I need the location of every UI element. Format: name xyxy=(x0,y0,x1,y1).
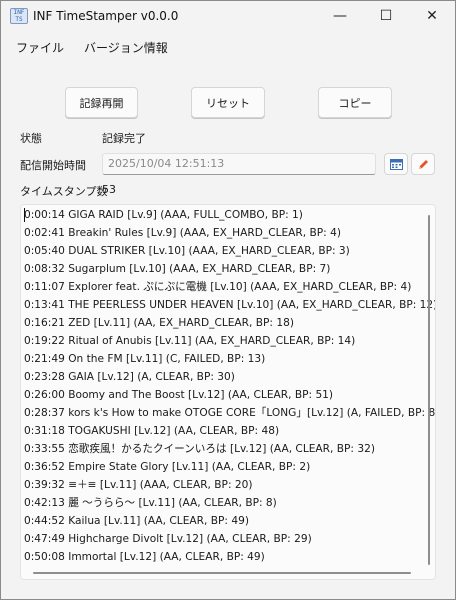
log-line: 0:47:49 Highcharge Divolt [Lv.12] (AA, C… xyxy=(24,533,312,545)
log-line: 0:44:52 Kailua [Lv.11] (AA, CLEAR, BP: 4… xyxy=(24,515,249,527)
edit-button[interactable] xyxy=(411,153,435,175)
minimize-button[interactable]: — xyxy=(317,1,363,31)
app-window: INF TS INF TimeStamper v0.0.0 — ☐ ✕ ファイル… xyxy=(0,0,456,600)
log-line: 0:16:21 ZED [Lv.11] (AA, EX_HARD_CLEAR, … xyxy=(24,317,294,329)
timestamp-count-label: タイムスタンプ数 xyxy=(20,185,108,198)
log-line: 0:36:52 Empire State Glory [Lv.11] (AA, … xyxy=(24,461,311,473)
app-icon: INF TS xyxy=(10,8,28,24)
log-line: 0:26:00 Boomy and The Boost [Lv.12] (AA,… xyxy=(24,389,334,401)
resume-recording-button[interactable]: 記録再開 xyxy=(65,87,138,118)
menu-file[interactable]: ファイル xyxy=(16,39,64,56)
log-line: 0:33:55 恋歌疾風！かるたクイーンいろは [Lv.12] (AA, CLE… xyxy=(24,443,375,455)
log-line: 0:08:32 Sugarplum [Lv.10] (AAA, EX_HARD_… xyxy=(24,263,331,275)
stream-start-input[interactable]: 2025/10/04 12:51:13 xyxy=(102,153,376,175)
log-line: 0:28:37 kors k's How to make OTOGE CORE「… xyxy=(24,407,436,419)
log-line: 0:00:14 GIGA RAID [Lv.9] (AAA, FULL_COMB… xyxy=(24,209,303,221)
reset-button[interactable]: リセット xyxy=(191,87,265,118)
log-line: 0:23:28 GAIA [Lv.12] (A, CLEAR, BP: 30) xyxy=(24,371,235,383)
log-line: 0:50:08 Immortal [Lv.12] (AA, CLEAR, BP:… xyxy=(24,551,265,563)
log-line: 0:11:07 Explorer feat. ぷにぷに電機 [Lv.10] (A… xyxy=(24,281,412,293)
window-title: INF TimeStamper v0.0.0 xyxy=(33,9,179,23)
log-line: 0:02:41 Breakin' Rules [Lv.9] (AAA, EX_H… xyxy=(24,227,341,239)
log-line: 0:13:41 THE PEERLESS UNDER HEAVEN [Lv.10… xyxy=(24,299,436,311)
copy-button[interactable]: コピー xyxy=(318,87,392,118)
status-label: 状態 xyxy=(20,132,42,145)
log-line: 0:05:40 DUAL STRIKER [Lv.10] (AAA, EX_HA… xyxy=(24,245,350,257)
timestamp-log[interactable]: 0:00:14 GIGA RAID [Lv.9] (AAA, FULL_COMB… xyxy=(20,204,436,580)
stream-start-label: 配信開始時間 xyxy=(20,159,86,172)
title-bar[interactable]: INF TS INF TimeStamper v0.0.0 — ☐ ✕ xyxy=(1,1,455,31)
calendar-button[interactable] xyxy=(384,153,408,175)
status-value: 記録完了 xyxy=(102,132,146,145)
log-line: 0:19:22 Ritual of Anubis [Lv.11] (AA, EX… xyxy=(24,335,356,347)
menu-version-info[interactable]: バージョン情報 xyxy=(84,39,168,56)
pencil-icon xyxy=(418,159,428,169)
log-line: 0:39:32 ≡＋≡ [Lv.11] (AAA, CLEAR, BP: 20) xyxy=(24,479,253,491)
calendar-icon xyxy=(389,159,403,170)
close-button[interactable]: ✕ xyxy=(409,1,455,31)
timestamp-count-value: 53 xyxy=(102,183,116,196)
vertical-scrollbar[interactable] xyxy=(428,215,430,565)
maximize-button[interactable]: ☐ xyxy=(363,1,409,31)
log-line: 0:21:49 On the FM [Lv.11] (C, FAILED, BP… xyxy=(24,353,266,365)
horizontal-scrollbar[interactable] xyxy=(33,572,411,574)
log-line: 0:31:18 TOGAKUSHI [Lv.12] (AA, CLEAR, BP… xyxy=(24,425,280,437)
menu-bar: ファイル バージョン情報 xyxy=(1,35,455,59)
log-line: 0:42:13 麗 〜うらら〜 [Lv.11] (AA, CLEAR, BP: … xyxy=(24,497,277,509)
